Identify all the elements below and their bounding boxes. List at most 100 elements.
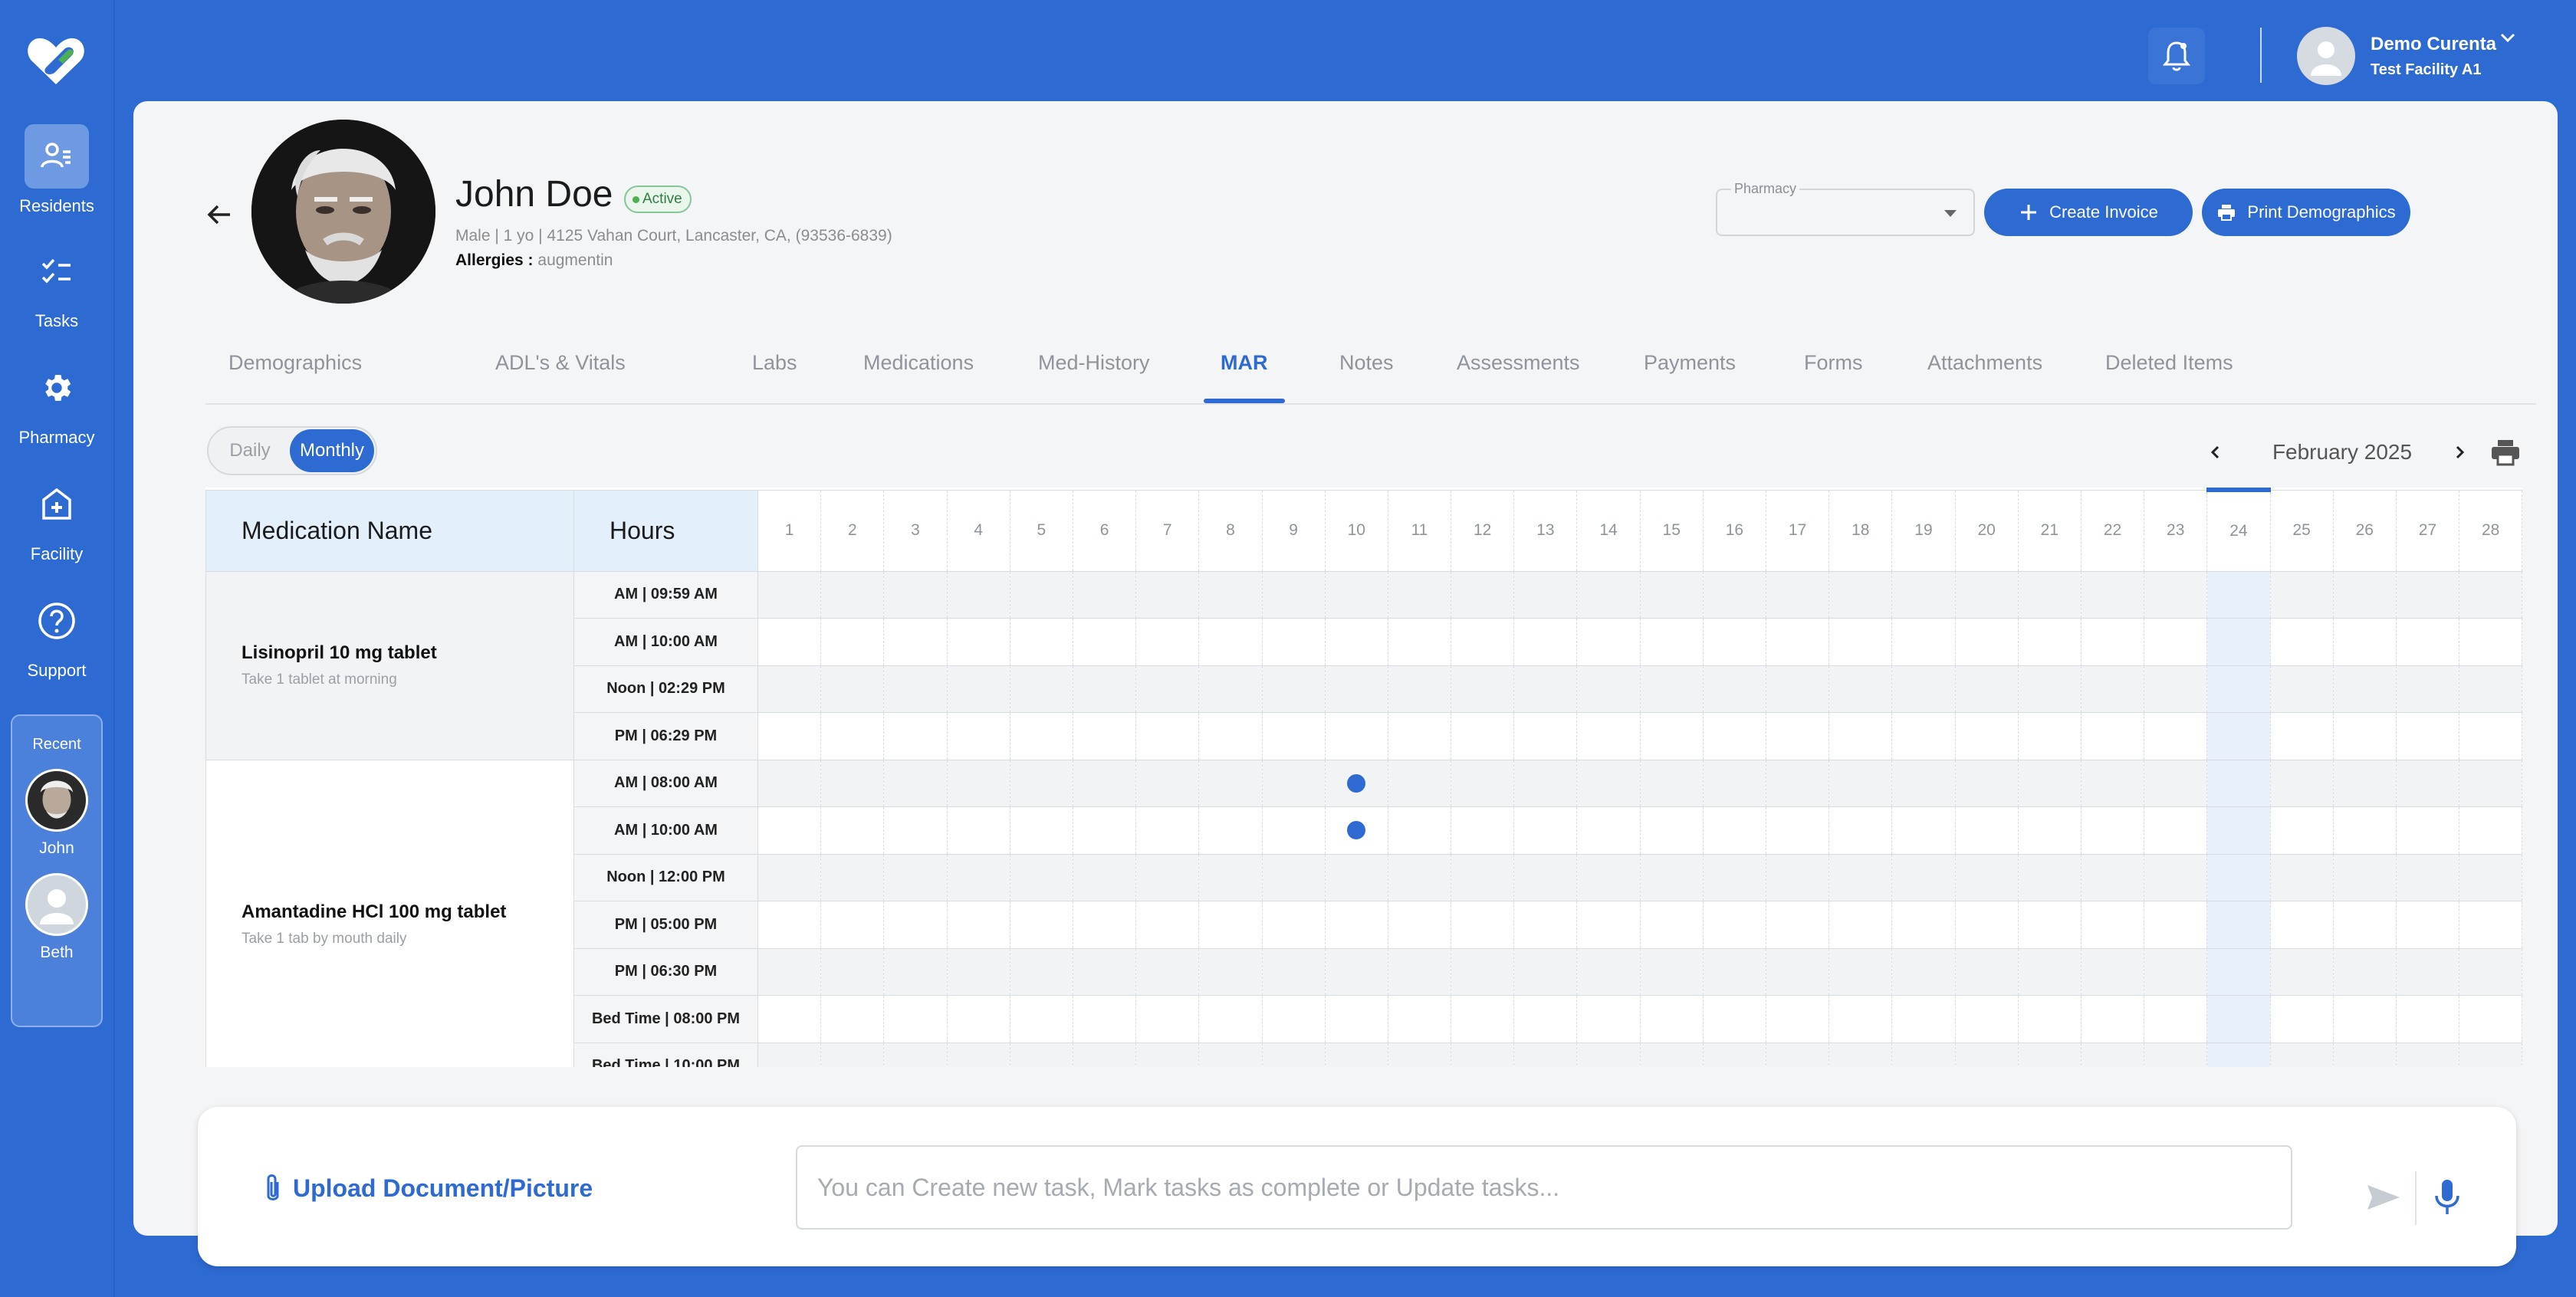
mar-day-cell[interactable] — [1639, 947, 1704, 996]
mar-day-cell[interactable] — [2080, 712, 2145, 760]
mar-day-cell[interactable] — [1954, 759, 2019, 807]
mar-day-cell[interactable] — [2017, 995, 2082, 1043]
mar-day-cell[interactable] — [1513, 901, 1578, 949]
nav-tasks[interactable]: Tasks — [0, 239, 113, 331]
mar-day-cell[interactable] — [2332, 665, 2397, 713]
mar-day-cell[interactable] — [883, 806, 948, 855]
mar-day-cell[interactable] — [1451, 853, 1515, 901]
mar-day-cell[interactable] — [1198, 853, 1263, 901]
mar-day-cell[interactable] — [1135, 995, 1200, 1043]
mar-day-cell[interactable] — [1513, 995, 1578, 1043]
tab-attachments[interactable]: Attachments — [1927, 342, 2042, 403]
mar-day-cell[interactable] — [946, 995, 1010, 1043]
mar-day-cell[interactable] — [2395, 712, 2460, 760]
mar-day-cell[interactable] — [1135, 712, 1200, 760]
mar-day-cell[interactable] — [1639, 995, 1704, 1043]
mar-day-cell[interactable] — [2459, 665, 2522, 713]
mar-day-cell[interactable] — [1261, 806, 1326, 855]
mar-day-cell[interactable] — [1891, 947, 1956, 996]
mar-day-cell[interactable] — [1765, 759, 1830, 807]
mar-day-cell[interactable] — [1324, 712, 1388, 760]
mar-day-cell[interactable] — [1765, 570, 1830, 619]
mar-day-cell[interactable] — [1765, 618, 1830, 666]
mar-day-cell[interactable] — [1135, 665, 1200, 713]
mar-day-cell[interactable] — [2144, 853, 2208, 901]
mar-day-cell[interactable] — [2332, 853, 2397, 901]
mar-day-cell[interactable] — [1576, 995, 1641, 1043]
mar-day-cell[interactable] — [2459, 712, 2522, 760]
mar-day-cell[interactable] — [1451, 995, 1515, 1043]
mar-day-cell[interactable] — [2206, 618, 2271, 666]
tab-notes[interactable]: Notes — [1339, 342, 1394, 403]
mar-day-cell[interactable] — [1324, 853, 1388, 901]
mar-day-cell[interactable] — [2459, 947, 2522, 996]
mar-day-cell[interactable] — [1702, 570, 1767, 619]
mar-day-cell[interactable] — [2017, 618, 2082, 666]
mar-day-cell[interactable] — [1513, 618, 1578, 666]
mar-day-cell[interactable] — [883, 618, 948, 666]
tab-assessments[interactable]: Assessments — [1457, 342, 1580, 403]
mar-day-cell[interactable] — [1451, 1042, 1515, 1067]
recent-name[interactable]: Beth — [12, 944, 101, 962]
mar-day-cell[interactable] — [2144, 570, 2208, 619]
mar-day-cell[interactable] — [1198, 665, 1263, 713]
mar-day-cell[interactable] — [1513, 947, 1578, 996]
mar-day-cell[interactable] — [2395, 665, 2460, 713]
mar-day-cell[interactable] — [946, 806, 1010, 855]
monthly-toggle[interactable]: Monthly — [290, 429, 374, 472]
mar-day-cell[interactable] — [1072, 665, 1137, 713]
mar-day-cell[interactable] — [1576, 1042, 1641, 1067]
nav-pharmacy[interactable]: Pharmacy — [0, 356, 113, 448]
mar-day-cell[interactable] — [1765, 853, 1830, 901]
mar-day-cell[interactable] — [1576, 570, 1641, 619]
mar-day-cell[interactable] — [1198, 570, 1263, 619]
mar-day-cell[interactable] — [2269, 1042, 2334, 1067]
mar-day-cell[interactable] — [2269, 759, 2334, 807]
mar-day-cell[interactable] — [820, 570, 885, 619]
mar-day-cell[interactable] — [1072, 712, 1137, 760]
mar-day-cell[interactable] — [2332, 901, 2397, 949]
mar-day-cell[interactable] — [1829, 806, 1893, 855]
mar-day-cell[interactable] — [2459, 1042, 2522, 1067]
mar-day-cell[interactable] — [757, 995, 822, 1043]
mar-day-cell[interactable] — [1198, 947, 1263, 996]
mar-day-cell[interactable] — [1261, 570, 1326, 619]
mar-day-cell[interactable] — [1639, 1042, 1704, 1067]
mar-day-cell[interactable] — [946, 665, 1010, 713]
avatar[interactable] — [25, 873, 88, 936]
mar-day-cell[interactable] — [1387, 665, 1452, 713]
tab-demographics[interactable]: Demographics — [228, 342, 362, 403]
mar-day-cell[interactable] — [1576, 806, 1641, 855]
mar-day-cell[interactable] — [1261, 618, 1326, 666]
mar-day-cell[interactable] — [946, 853, 1010, 901]
mar-day-cell[interactable] — [1009, 806, 1073, 855]
mar-day-cell[interactable] — [1702, 901, 1767, 949]
mar-day-cell[interactable] — [1451, 947, 1515, 996]
mar-day-cell[interactable] — [1829, 853, 1893, 901]
mar-day-cell[interactable] — [2332, 1042, 2397, 1067]
mar-day-cell[interactable] — [2269, 570, 2334, 619]
mar-day-cell[interactable] — [2332, 806, 2397, 855]
mar-day-cell[interactable] — [1513, 806, 1578, 855]
mar-day-cell[interactable] — [1387, 712, 1452, 760]
mar-day-cell[interactable] — [946, 901, 1010, 949]
daily-toggle[interactable]: Daily — [213, 429, 287, 472]
mar-day-cell[interactable] — [757, 759, 822, 807]
nav-facility[interactable]: Facility — [0, 472, 113, 564]
mar-day-cell[interactable] — [757, 806, 822, 855]
mar-day-cell[interactable] — [1765, 995, 1830, 1043]
mar-day-cell[interactable] — [2269, 947, 2334, 996]
mar-day-cell[interactable] — [2206, 570, 2271, 619]
create-invoice-button[interactable]: Create Invoice — [1984, 189, 2193, 236]
mar-day-cell[interactable] — [1702, 947, 1767, 996]
mar-day-cell[interactable] — [1639, 901, 1704, 949]
medication-cell[interactable]: Amantadine HCl 100 mg tablet Take 1 tab b… — [205, 759, 574, 1067]
mar-day-cell[interactable] — [1639, 853, 1704, 901]
mar-day-cell[interactable] — [1072, 1042, 1137, 1067]
mar-day-cell[interactable] — [2017, 1042, 2082, 1067]
mar-day-cell[interactable] — [2269, 806, 2334, 855]
mar-day-cell[interactable] — [2459, 570, 2522, 619]
mar-day-cell[interactable] — [2144, 665, 2208, 713]
mar-day-cell[interactable] — [1009, 712, 1073, 760]
print-demographics-button[interactable]: Print Demographics — [2202, 189, 2410, 236]
